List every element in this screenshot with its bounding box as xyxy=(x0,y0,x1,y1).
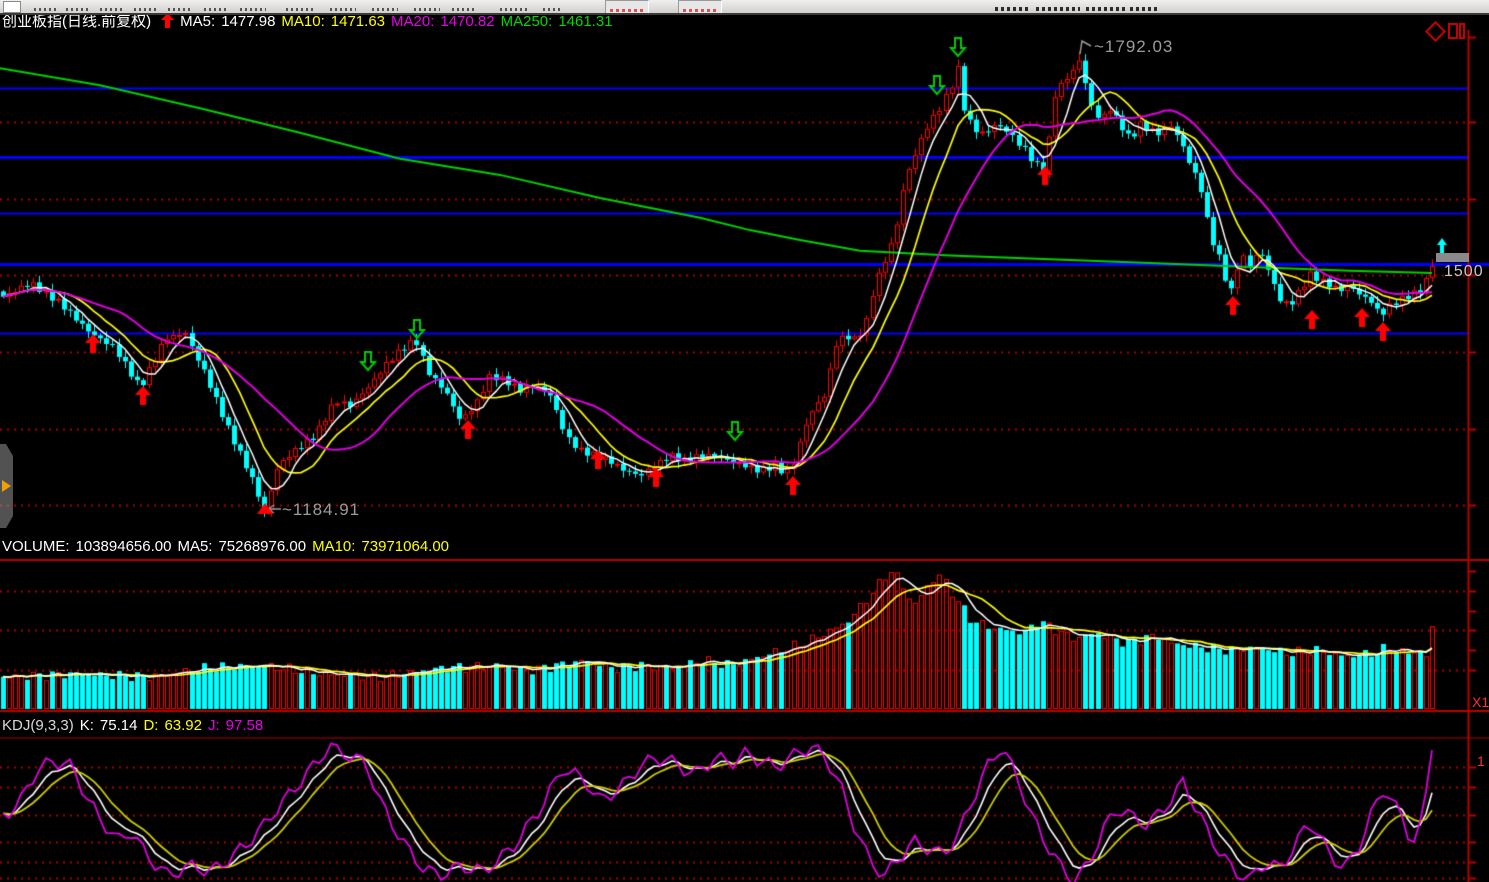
menubar[interactable] xyxy=(0,0,1489,15)
chart-canvas[interactable] xyxy=(0,0,1489,882)
quote-box-1 xyxy=(605,0,649,13)
menubar-status-fragment xyxy=(1130,7,1160,11)
panel-layout-icon[interactable] xyxy=(1448,23,1466,37)
menubar-item-fragment xyxy=(330,8,356,11)
menubar-item-fragment xyxy=(452,8,474,11)
menubar-item-fragment xyxy=(372,8,398,11)
ma10-value: 1471.63 xyxy=(331,13,385,30)
trading-app-window: { "header": { "title": "创业板指(日线.前复权)", "… xyxy=(0,0,1489,882)
up-arrow-icon xyxy=(161,13,174,28)
menubar-status-fragment xyxy=(1036,7,1080,11)
low-price-annotation: ~1184.91 xyxy=(282,500,360,520)
latest-price-marker xyxy=(1436,253,1469,262)
menubar-item-fragment xyxy=(100,8,122,11)
kdj-j-value: 97.58 xyxy=(226,717,264,734)
menubar-item-fragment xyxy=(500,8,530,11)
menubar-item-fragment xyxy=(204,8,226,11)
expand-arrow-icon xyxy=(2,480,11,492)
kdj-d-value: 63.92 xyxy=(164,717,202,734)
sidebar-expand-handle[interactable] xyxy=(0,444,13,528)
ma250-label: MA250: xyxy=(501,13,553,30)
ma10-label: MA10: xyxy=(281,13,324,30)
volume-label: VOLUME: xyxy=(2,538,70,555)
ma20-value: 1470.82 xyxy=(440,13,494,30)
volume-scale-label: X1 xyxy=(1472,694,1489,710)
volume-ma5-value: 75268976.00 xyxy=(218,538,306,555)
ma5-value: 1477.98 xyxy=(221,13,275,30)
kdj-j-label: J: xyxy=(208,717,220,734)
quote-box-2 xyxy=(678,0,722,13)
volume-header-row: VOLUME: 103894656.00 MA5: 75268976.00 MA10: 7… xyxy=(2,539,455,555)
volume-value: 103894656.00 xyxy=(76,538,172,555)
ma5-label: MA5: xyxy=(180,13,215,30)
ma250-value: 1461.31 xyxy=(558,13,612,30)
kdj-k-value: 75.14 xyxy=(100,717,138,734)
menubar-item-fragment xyxy=(66,8,88,11)
menubar-item-fragment xyxy=(240,8,266,11)
kdj-indicator-label: KDJ(9,3,3) xyxy=(2,717,74,734)
menubar-logo-box xyxy=(3,1,21,13)
menubar-status-fragment xyxy=(1086,7,1126,11)
menubar-item-fragment xyxy=(414,8,440,11)
menubar-item-fragment xyxy=(286,8,316,11)
volume-ma10-label: MA10: xyxy=(312,538,355,555)
ma20-label: MA20: xyxy=(391,13,434,30)
menubar-item-fragment xyxy=(168,8,190,11)
menubar-item-fragment xyxy=(543,8,563,11)
kdj-axis-label: 1 xyxy=(1477,753,1485,769)
latest-price-label: 1500 xyxy=(1444,263,1484,281)
menubar-status-fragment xyxy=(995,7,1029,11)
kdj-k-label: K: xyxy=(80,717,94,734)
volume-ma5-label: MA5: xyxy=(177,538,212,555)
kdj-d-label: D: xyxy=(143,717,158,734)
kdj-header-row: KDJ(9,3,3) K: 75.14 D: 63.92 J: 97.58 xyxy=(2,718,269,734)
menubar-item-fragment xyxy=(34,8,56,11)
high-price-annotation: ~1792.03 xyxy=(1094,37,1173,57)
menubar-item-fragment xyxy=(134,8,156,11)
chart-title-row: 创业板指(日线.前复权) MA5: 1477.98 MA10: 1471.63 MA20:… xyxy=(2,13,619,30)
volume-ma10-value: 73971064.00 xyxy=(361,538,449,555)
instrument-title: 创业板指(日线.前复权) xyxy=(2,13,151,30)
